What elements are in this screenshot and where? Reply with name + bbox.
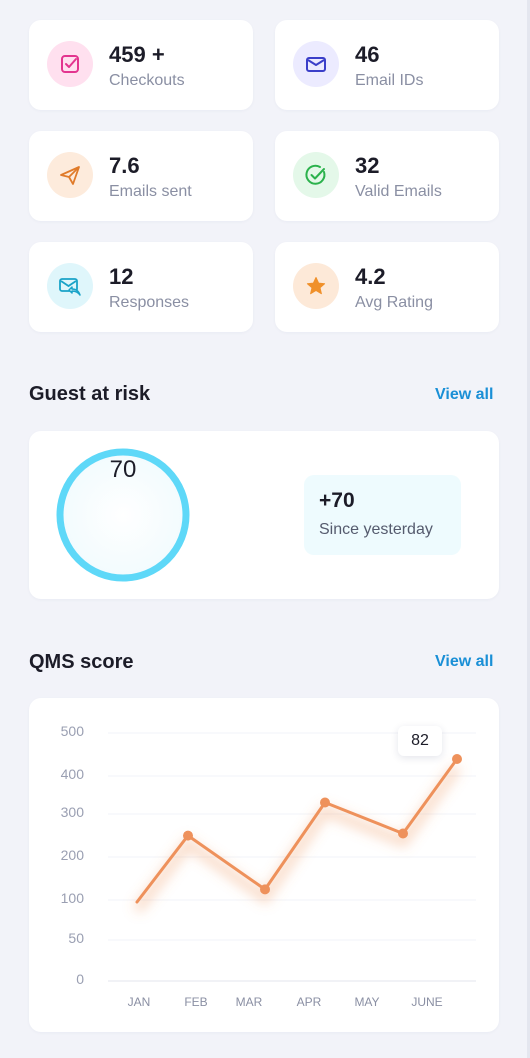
star-icon — [293, 263, 339, 309]
guest-at-risk-view-all-link[interactable]: View all — [435, 386, 493, 404]
stat-value: 12 — [109, 264, 134, 289]
send-icon — [47, 152, 93, 198]
delta-label: Since yesterday — [319, 521, 433, 538]
stat-label: Valid Emails — [355, 183, 442, 200]
y-tick-label: 300 — [60, 804, 84, 820]
y-tick-label: 0 — [76, 971, 84, 987]
stat-value: 32 — [355, 153, 380, 178]
stat-label: Avg Rating — [355, 294, 433, 311]
x-tick-label: MAY — [354, 995, 380, 1009]
stat-value: 459 + — [109, 42, 165, 67]
y-tick-label: 200 — [60, 847, 84, 863]
stat-card-email-ids[interactable]: 46 Email IDs — [275, 20, 499, 110]
mail-icon — [293, 41, 339, 87]
stat-label: Responses — [109, 294, 190, 311]
qms-score-title: QMS score — [29, 651, 134, 673]
y-tick-label: 50 — [68, 930, 84, 946]
gauge-value: 70 — [109, 456, 137, 483]
delta-value: +70 — [319, 489, 355, 512]
delta-box: +70 Since yesterday — [304, 475, 461, 555]
stat-card-avg-rating[interactable]: 4.2 Avg Rating — [275, 242, 499, 332]
stat-label: Emails sent — [109, 183, 192, 200]
y-tick-label: 100 — [60, 890, 84, 906]
chart-value-tooltip: 82 — [398, 726, 442, 756]
x-tick-label: JAN — [127, 995, 151, 1009]
y-tick-label: 400 — [60, 766, 84, 782]
y-tick-label: 500 — [60, 723, 84, 739]
check-circle-icon — [293, 152, 339, 198]
qms-score-view-all-link[interactable]: View all — [435, 653, 493, 671]
stat-card-emails-sent[interactable]: 7.6 Emails sent — [29, 131, 253, 221]
stat-value: 7.6 — [109, 153, 140, 178]
stat-card-checkouts[interactable]: 459 + Checkouts — [29, 20, 253, 110]
stat-value: 46 — [355, 42, 380, 67]
stat-card-responses[interactable]: 12 Responses — [29, 242, 253, 332]
x-tick-label: APR — [296, 995, 322, 1009]
stat-label: Checkouts — [109, 72, 185, 89]
guest-at-risk-title: Guest at risk — [29, 383, 151, 405]
stat-value: 4.2 — [355, 264, 386, 289]
checkout-icon — [47, 41, 93, 87]
stat-label: Email IDs — [355, 72, 424, 89]
x-tick-label: JUNE — [411, 995, 443, 1009]
x-tick-label: MAR — [235, 995, 263, 1009]
stat-card-valid-emails[interactable]: 32 Valid Emails — [275, 131, 499, 221]
x-tick-label: FEB — [184, 995, 208, 1009]
mail-reply-icon — [47, 263, 93, 309]
